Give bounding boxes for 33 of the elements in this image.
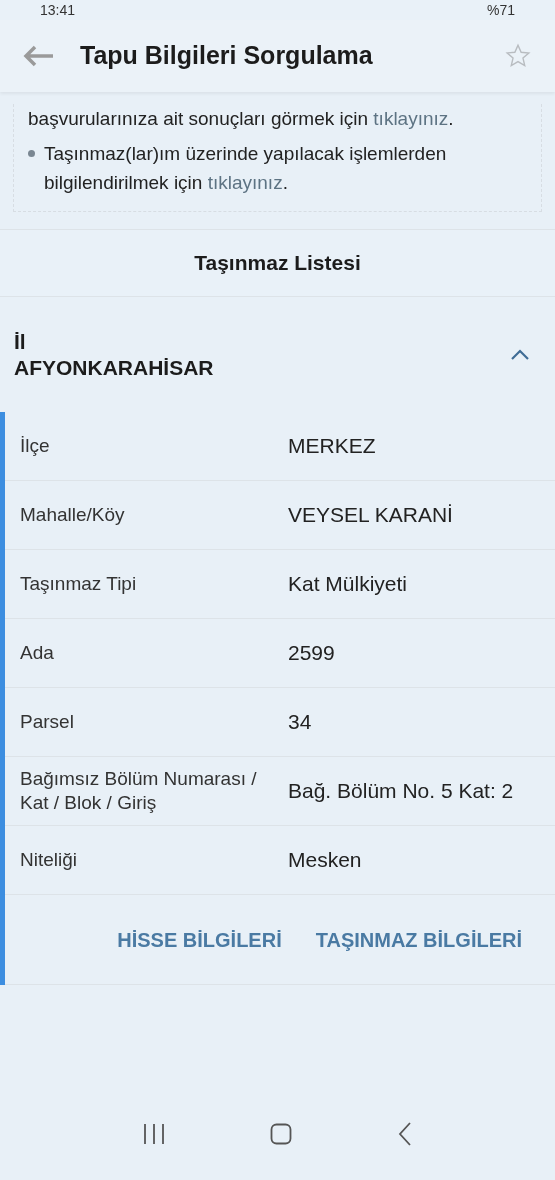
status-time: 13:41 bbox=[40, 0, 76, 20]
info-text: Taşınmaz(lar)ım üzerinde yapılacak işlemlerden bilgilendirilmek için tıklayınız. bbox=[44, 142, 448, 195]
field-value: MERKEZ bbox=[288, 433, 377, 459]
property-header[interactable]: İl AFYONKARAHİSAR bbox=[0, 297, 555, 412]
action-button[interactable]: TAŞINMAZ BİLGİLERİ bbox=[315, 924, 522, 955]
province-value: AFYONKARAHİSAR bbox=[14, 354, 215, 381]
field-value: Bağ. Bölüm No. 5 Kat: 2 bbox=[288, 778, 515, 804]
info-text: başvurularınıza ait sonuçları görmek için tıklayınız. bbox=[28, 107, 454, 131]
chevron-icon bbox=[511, 349, 529, 360]
page-title: Tapu Bilgileri Sorgulama bbox=[80, 40, 374, 72]
battery-level: %71 bbox=[486, 0, 515, 20]
province-label: İl bbox=[14, 328, 27, 355]
field-value: Kat Mülkiyeti bbox=[288, 571, 409, 597]
field-label: Niteliği bbox=[20, 848, 79, 872]
click-link[interactable]: tıklayınız bbox=[207, 172, 283, 193]
field-label: Taşınmaz Tipi bbox=[20, 572, 138, 596]
field-label: İlçe bbox=[20, 434, 51, 458]
list-title: Taşınmaz Listesi bbox=[194, 250, 361, 277]
field-label: Bağımsız Bölüm Numarası / Kat / Blok / Giriş bbox=[20, 767, 258, 815]
back-icon bbox=[23, 45, 55, 67]
field-label: Ada bbox=[20, 641, 55, 665]
action-button[interactable]: HİSSE BİLGİLERİ bbox=[117, 924, 282, 955]
field-value: 34 bbox=[288, 709, 313, 735]
back-nav-icon[interactable] bbox=[398, 1122, 413, 1146]
home-icon[interactable] bbox=[270, 1123, 293, 1145]
field-label: Parsel bbox=[20, 710, 75, 734]
click-link[interactable]: tıklayınız bbox=[373, 108, 449, 129]
star-icon bbox=[505, 43, 531, 69]
recent-apps-icon[interactable] bbox=[142, 1123, 165, 1145]
field-value: Mesken bbox=[288, 847, 363, 873]
field-label: Mahalle/Köy bbox=[20, 503, 126, 527]
field-value: VEYSEL KARANİ bbox=[288, 502, 454, 528]
field-value: 2599 bbox=[288, 640, 336, 666]
